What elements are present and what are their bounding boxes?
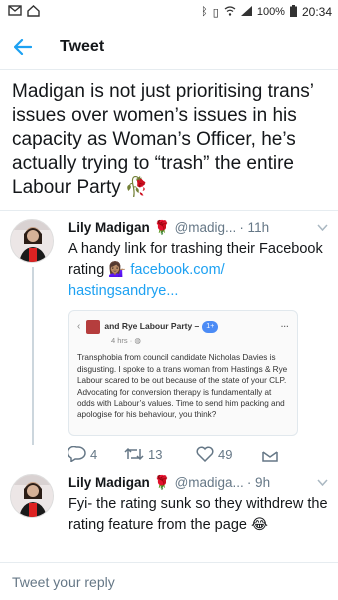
wilted-rose-emoji: 🥀 [124,177,149,198]
main-tweet[interactable]: Madigan is not just prioritising trans’ … [0,70,338,211]
home-icon [27,4,40,20]
tweet-text: Fyi- the rating sunk so they withdrew th… [68,494,328,536]
person-tipping-hand-emoji: 💁🏽‍♀️ [108,262,127,278]
embedded-screenshot[interactable]: ‹ and Rye Labour Party – 1+ ··· 4 hrs · … [68,310,298,436]
globe-icon: ◍ [134,336,141,345]
clock: 20:34 [301,5,332,19]
embedded-post-text: Transphobia from council candidate Nicho… [77,353,288,420]
user-handle[interactable]: @madiga... [175,474,244,492]
reply-input[interactable]: Tweet your reply [0,562,338,600]
back-arrow-icon [14,38,32,55]
wifi-icon [224,5,236,19]
signal-icon [240,5,252,19]
chevron-down-icon[interactable] [317,219,328,237]
like-count: 49 [218,446,233,462]
tweet-actions: 4 13 49 [68,446,328,462]
main-tweet-text: Madigan is not just prioritising trans’ … [12,81,314,198]
heart-icon [196,446,214,462]
chevron-down-icon[interactable] [317,474,328,492]
tweet-text: A handy link for trashing their Facebook… [68,239,328,302]
retweet-button[interactable]: 13 [124,447,196,462]
share-icon [262,450,278,462]
tweet-time: · 9h [246,475,271,490]
mail-icon [8,5,22,19]
status-bar: ᛒ ▯ 100% 20:34 [0,0,338,24]
retweet-count: 13 [148,446,163,462]
battery-level: 100% [256,6,285,18]
share-button[interactable] [262,447,278,462]
reply-count: 4 [90,446,98,462]
chevron-left-icon: ‹ [77,321,81,333]
tweet-body: Fyi- the rating sunk so they withdrew th… [68,496,328,533]
reply-placeholder: Tweet your reply [12,573,115,590]
vibrate-icon: ▯ [212,6,219,19]
avatar[interactable] [10,219,54,263]
retweet-icon [124,447,144,461]
rose-emoji: 🌹 [153,475,171,490]
tweet-header: Lily Madigan 🌹 @madiga... · 9h [68,474,328,492]
thread-line [32,267,34,445]
back-button[interactable] [10,34,36,60]
bluetooth-icon: ᛒ [201,6,208,18]
user-name[interactable]: Lily Madigan [68,474,150,492]
battery-icon [289,4,297,20]
app-bar: Tweet [0,24,338,70]
user-handle[interactable]: @madig... [175,219,237,237]
badge: 1+ [202,321,219,333]
reply-tweet[interactable]: Lily Madigan 🌹 @madig... · 11h A handy l… [0,211,338,470]
reply-button[interactable]: 4 [68,446,124,462]
user-name[interactable]: Lily Madigan [68,219,150,237]
tears-of-joy-emoji: 😂 [250,517,268,533]
reply-icon [68,446,86,462]
more-icon: ··· [280,322,289,332]
reply-tweet[interactable]: Lily Madigan 🌹 @madiga... · 9h Fyi- the … [0,470,338,536]
rose-emoji: 🌹 [153,220,171,235]
tweet-time: · 11h [239,220,270,235]
like-button[interactable]: 49 [196,446,262,462]
page-title: Tweet [60,37,105,55]
page-avatar [86,320,101,334]
tweet-header: Lily Madigan 🌹 @madig... · 11h [68,219,328,237]
post-time: 4 hrs · ◍ [111,336,141,345]
page-name: and Rye Labour Party – [104,321,200,332]
avatar[interactable] [10,474,54,518]
